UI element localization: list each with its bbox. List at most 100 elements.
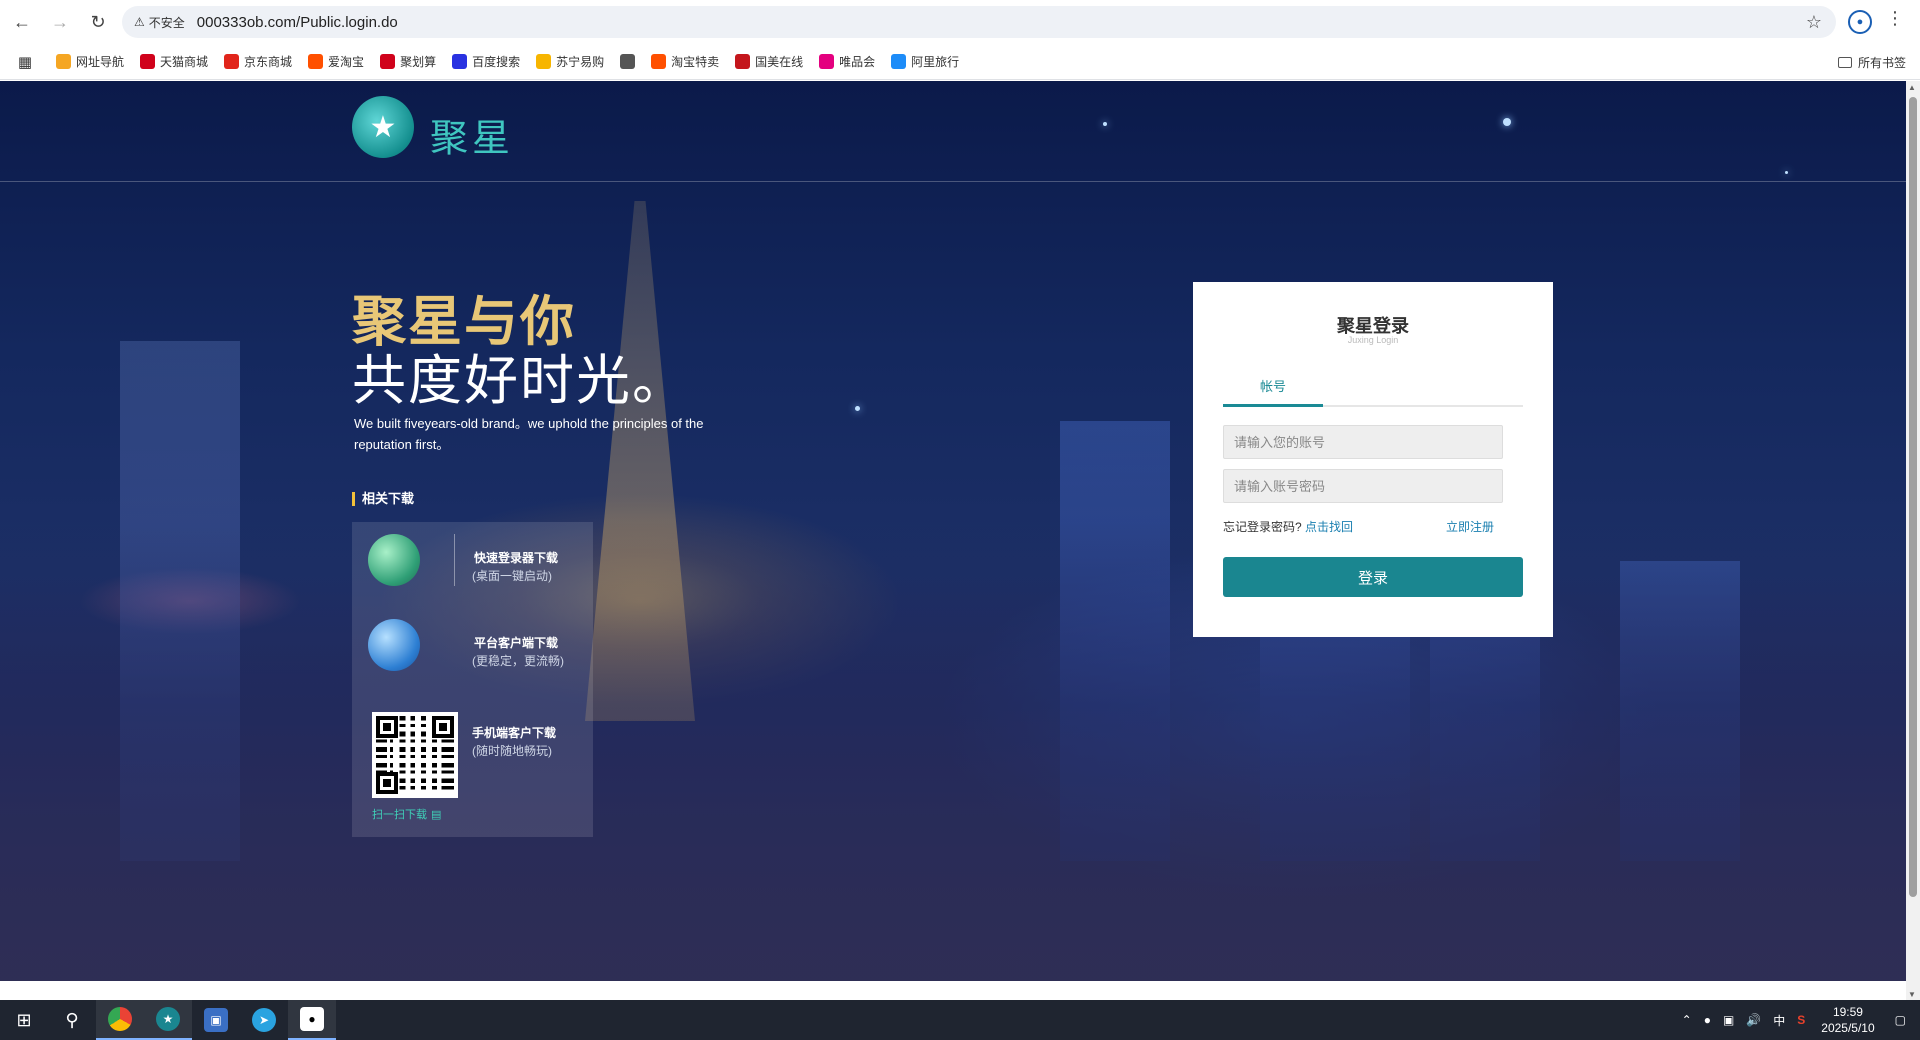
account-input[interactable]: [1223, 425, 1503, 459]
slogan-subheadline: 共度好时光。: [352, 351, 688, 411]
recover-link[interactable]: 点击找回: [1305, 520, 1353, 534]
reload-icon[interactable]: ↻: [82, 6, 114, 38]
scan-label: 扫一扫下载: [372, 809, 427, 821]
taskbar-juxing[interactable]: ★: [144, 1000, 192, 1040]
city-backdrop: [0, 521, 1906, 981]
baidu-icon: [452, 54, 468, 69]
notification-icon[interactable]: ▢: [1895, 1013, 1906, 1027]
bookmark-item[interactable]: 爱淘宝: [308, 53, 364, 70]
aitaobao-icon: [308, 54, 324, 69]
star-logo-icon: ★: [369, 110, 397, 144]
network-icon[interactable]: ▣: [1723, 1013, 1734, 1027]
bookmark-item[interactable]: 唯品会: [819, 53, 875, 70]
downloads-panel: 快速登录器下载 (桌面一键启动) 平台客户端下载 (更稳定，更流畅) 手机端客户…: [352, 522, 593, 837]
windows-start-icon[interactable]: ⊞: [0, 1000, 48, 1040]
profile-icon[interactable]: ●: [1848, 10, 1872, 34]
system-tray: ⌃ ● ▣ 🔊 中 S 19:59 2025/5/10 ▢: [1676, 1000, 1920, 1040]
bookmark-item[interactable]: 淘宝特卖: [651, 53, 719, 70]
juxing-app-icon: ★: [156, 1007, 180, 1031]
bookmark-item[interactable]: 京东商城: [224, 53, 292, 70]
download-mobile[interactable]: 手机端客户下载 (随时随地畅玩): [368, 724, 588, 784]
sogou-icon[interactable]: S: [1797, 1013, 1805, 1027]
bookmark-label: 淘宝特卖: [671, 55, 720, 69]
tray-app-icon[interactable]: ●: [1704, 1013, 1711, 1027]
download-name: 平台客户端下载: [474, 636, 559, 650]
url-text[interactable]: 000333ob.com/Public.login.do: [197, 14, 398, 31]
bookmarks-bar: ▦ 网址导航 天猫商城 京东商城 爱淘宝 聚划算 百度搜索 苏宁易购 淘宝特卖 国美在线 唯品会 阿…: [0, 44, 1920, 80]
launcher-globe-icon: [368, 534, 420, 586]
scroll-thumb[interactable]: [1909, 97, 1917, 897]
ime-indicator[interactable]: 中: [1773, 1012, 1785, 1029]
security-label: 不安全: [148, 15, 185, 30]
scroll-up-icon[interactable]: ▲: [1908, 83, 1916, 92]
vip-icon: [819, 54, 835, 69]
folder-icon: [1837, 57, 1852, 68]
bookmark-label: 网址导航: [76, 55, 125, 69]
suning-icon: [536, 54, 552, 69]
password-input[interactable]: [1223, 469, 1503, 503]
alitrip-icon: [891, 54, 907, 69]
computer-icon: ▣: [204, 1008, 228, 1032]
download-sub: (桌面一键启动): [472, 569, 552, 583]
page-footer-strip: [0, 981, 1906, 1001]
bookmark-item[interactable]: 国美在线: [735, 53, 803, 70]
login-card: 聚星登录 Juxing Login 帐号 忘记登录密码? 点击找回 立即注册 登…: [1193, 282, 1553, 637]
all-bookmarks-label: 所有书签: [1857, 56, 1906, 70]
bookmark-item[interactable]: 天猫商城: [140, 53, 208, 70]
bookmark-label: 百度搜索: [472, 55, 521, 69]
phone-icon: ▤: [431, 808, 442, 821]
browser-menu-icon[interactable]: ⋮: [1886, 8, 1904, 29]
header-divider: [0, 181, 1906, 182]
bookmark-label: 聚划算: [400, 55, 437, 69]
login-tabs: 帐号: [1223, 375, 1523, 407]
tab-account[interactable]: 帐号: [1223, 375, 1323, 407]
taskbar-qq[interactable]: ●: [288, 1000, 336, 1040]
login-button[interactable]: 登录: [1223, 557, 1523, 597]
bookmark-label: 阿里旅行: [911, 55, 960, 69]
taskbar-computer[interactable]: ▣: [192, 1000, 240, 1040]
download-sub: (随时随地畅玩): [472, 744, 552, 758]
apps-grid-icon[interactable]: ▦: [14, 51, 36, 73]
download-name: 手机端客户下载: [472, 726, 557, 740]
download-sub: (更稳定，更流畅): [472, 654, 564, 668]
bookmark-label: 国美在线: [755, 55, 804, 69]
page-scrollbar[interactable]: ▲ ▼: [1906, 81, 1920, 1001]
download-client[interactable]: 平台客户端下载 (更稳定，更流畅): [368, 619, 588, 679]
bookmark-label: 苏宁易购: [556, 55, 605, 69]
volume-icon[interactable]: 🔊: [1746, 1013, 1761, 1027]
search-icon[interactable]: ⚲: [48, 1000, 96, 1040]
back-icon[interactable]: ←: [6, 6, 38, 38]
security-warning[interactable]: ⚠ 不安全: [134, 14, 197, 31]
taobao-icon: [651, 54, 667, 69]
star-sparkle: [1103, 122, 1107, 126]
site-logo-text[interactable]: 聚星: [430, 107, 514, 162]
bookmark-item[interactable]: [620, 54, 636, 69]
bookmark-label: 京东商城: [244, 55, 293, 69]
bookmark-item[interactable]: 百度搜索: [452, 53, 520, 70]
taskbar-telegram[interactable]: ➤: [240, 1000, 288, 1040]
download-launcher[interactable]: 快速登录器下载 (桌面一键启动): [368, 534, 588, 594]
bookmark-item[interactable]: 网址导航: [56, 53, 124, 70]
login-subtitle: Juxing Login: [1347, 335, 1399, 345]
telegram-icon: ➤: [252, 1008, 276, 1032]
tmall-icon: [140, 54, 156, 69]
site-logo[interactable]: ★: [352, 96, 414, 158]
gome-icon: [735, 54, 751, 69]
bookmark-item[interactable]: 苏宁易购: [536, 53, 604, 70]
all-bookmarks[interactable]: 所有书签: [1837, 54, 1906, 71]
bookmark-label: 天猫商城: [160, 55, 209, 69]
register-link[interactable]: 立即注册: [1446, 518, 1494, 535]
clock[interactable]: 19:59 2025/5/10: [1821, 1004, 1874, 1036]
bookmark-star-icon[interactable]: ☆: [1806, 12, 1822, 33]
scan-download[interactable]: 扫一扫下载 ▤: [372, 806, 441, 822]
tray-expand-icon[interactable]: ⌃: [1682, 1013, 1692, 1027]
slogan-english: We built fiveyears-old brand。we uphold t…: [354, 416, 704, 452]
taskbar-chrome[interactable]: [96, 1000, 144, 1040]
forward-icon[interactable]: →: [44, 6, 76, 38]
download-name: 快速登录器下载: [474, 551, 559, 565]
chrome-icon: [108, 1007, 132, 1031]
bookmark-item[interactable]: 聚划算: [380, 53, 436, 70]
scroll-down-icon[interactable]: ▼: [1908, 990, 1916, 999]
address-bar[interactable]: ⚠ 不安全 000333ob.com/Public.login.do ☆: [122, 6, 1836, 38]
bookmark-item[interactable]: 阿里旅行: [891, 53, 959, 70]
